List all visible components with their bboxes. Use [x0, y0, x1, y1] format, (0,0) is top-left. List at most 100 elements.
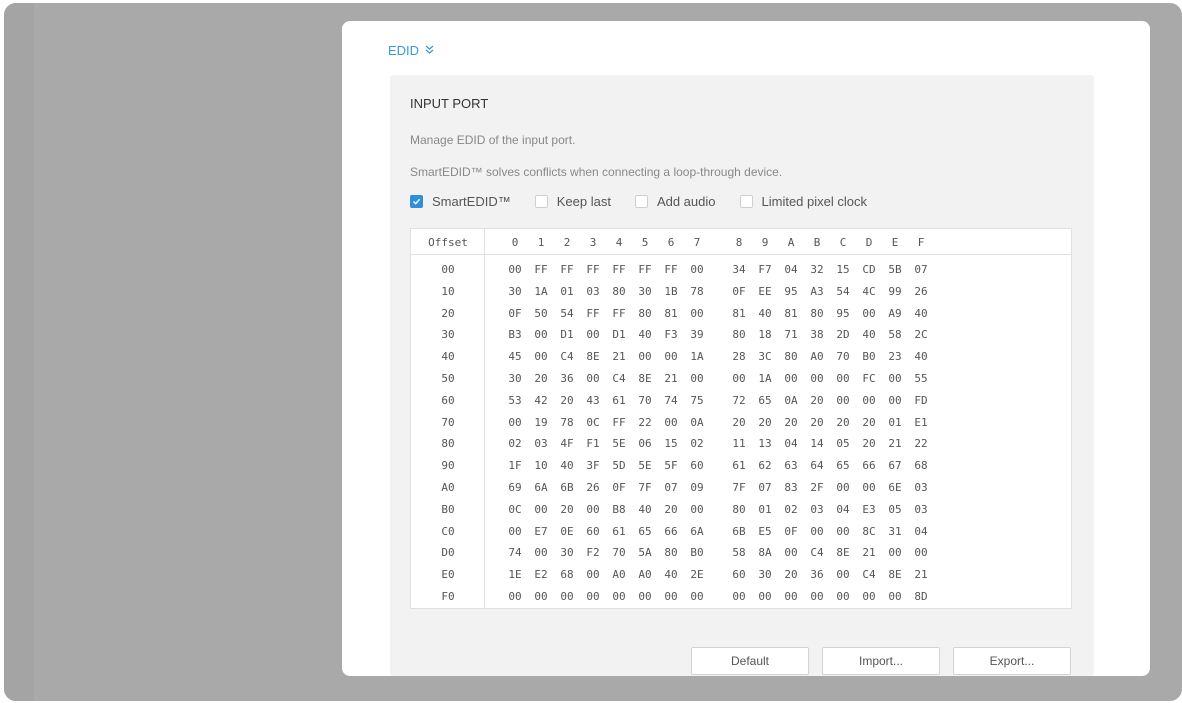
limited-pixel-clock-checkbox[interactable]: Limited pixel clock	[739, 194, 867, 209]
hex-byte-cell[interactable]: 07	[755, 481, 775, 494]
hex-byte-cell[interactable]: 40	[661, 568, 681, 581]
hex-byte-cell[interactable]: 00	[807, 590, 827, 603]
add-audio-checkbox[interactable]: Add audio	[634, 194, 716, 209]
hex-byte-cell[interactable]: 02	[687, 437, 707, 450]
hex-byte-cell[interactable]: 1E	[505, 568, 525, 581]
hex-byte-cell[interactable]: 06	[635, 437, 655, 450]
hex-byte-cell[interactable]: 02	[505, 437, 525, 450]
hex-byte-cell[interactable]: 00	[505, 263, 525, 276]
hex-byte-cell[interactable]: 61	[609, 525, 629, 538]
hex-byte-cell[interactable]: 00	[781, 546, 801, 559]
hex-byte-cell[interactable]: 00	[531, 503, 551, 516]
hex-byte-cell[interactable]: 03	[911, 481, 931, 494]
hex-byte-cell[interactable]: 00	[859, 481, 879, 494]
hex-byte-cell[interactable]: 05	[885, 503, 905, 516]
hex-byte-cell[interactable]: C4	[557, 350, 577, 363]
hex-byte-cell[interactable]: 68	[557, 568, 577, 581]
hex-byte-cell[interactable]: 28	[729, 350, 749, 363]
hex-byte-cell[interactable]: 80	[781, 350, 801, 363]
hex-byte-cell[interactable]: 31	[885, 525, 905, 538]
hex-byte-cell[interactable]: 00	[687, 307, 707, 320]
hex-byte-cell[interactable]: 78	[687, 285, 707, 298]
hex-byte-cell[interactable]: 6B	[557, 481, 577, 494]
hex-byte-cell[interactable]: 00	[859, 307, 879, 320]
hex-byte-cell[interactable]: 6A	[531, 481, 551, 494]
hex-byte-cell[interactable]: 00	[911, 546, 931, 559]
hex-byte-cell[interactable]: 40	[557, 459, 577, 472]
hex-byte-cell[interactable]: 80	[807, 307, 827, 320]
hex-byte-cell[interactable]: 07	[911, 263, 931, 276]
hex-byte-cell[interactable]: 60	[583, 525, 603, 538]
hex-byte-cell[interactable]: 00	[531, 546, 551, 559]
hex-byte-cell[interactable]: 69	[505, 481, 525, 494]
hex-byte-cell[interactable]: 60	[729, 568, 749, 581]
hex-byte-cell[interactable]: 54	[557, 307, 577, 320]
edid-section-toggle[interactable]: EDID	[388, 43, 434, 58]
hex-byte-cell[interactable]: 03	[807, 503, 827, 516]
hex-byte-cell[interactable]: 36	[807, 568, 827, 581]
hex-byte-cell[interactable]: 0C	[505, 503, 525, 516]
hex-byte-cell[interactable]: 62	[755, 459, 775, 472]
hex-byte-cell[interactable]: 40	[755, 307, 775, 320]
hex-byte-cell[interactable]: 54	[833, 285, 853, 298]
hex-byte-cell[interactable]: 20	[781, 416, 801, 429]
hex-byte-cell[interactable]: 95	[833, 307, 853, 320]
hex-byte-cell[interactable]: 0A	[687, 416, 707, 429]
hex-byte-cell[interactable]: 11	[729, 437, 749, 450]
hex-byte-cell[interactable]: 26	[911, 285, 931, 298]
hex-byte-cell[interactable]: 00	[859, 394, 879, 407]
hex-byte-cell[interactable]: 00	[531, 590, 551, 603]
hex-byte-cell[interactable]: 00	[833, 481, 853, 494]
hex-byte-cell[interactable]: E1	[911, 416, 931, 429]
hex-byte-cell[interactable]: F2	[583, 546, 603, 559]
hex-byte-cell[interactable]: FF	[661, 263, 681, 276]
hex-byte-cell[interactable]: 04	[781, 437, 801, 450]
hex-byte-cell[interactable]: 0F	[609, 481, 629, 494]
hex-byte-cell[interactable]: 38	[807, 328, 827, 341]
hex-byte-cell[interactable]: 04	[781, 263, 801, 276]
hex-byte-cell[interactable]: A9	[885, 307, 905, 320]
hex-byte-cell[interactable]: 21	[609, 350, 629, 363]
hex-byte-cell[interactable]: A0	[807, 350, 827, 363]
hex-byte-cell[interactable]: 00	[661, 416, 681, 429]
hex-byte-cell[interactable]: FC	[859, 372, 879, 385]
hex-byte-cell[interactable]: 00	[505, 590, 525, 603]
default-button[interactable]: Default	[691, 647, 809, 675]
hex-byte-cell[interactable]: 05	[833, 437, 853, 450]
hex-byte-cell[interactable]: 68	[911, 459, 931, 472]
keep-last-checkbox[interactable]: Keep last	[534, 194, 611, 209]
hex-byte-cell[interactable]: 70	[635, 394, 655, 407]
hex-byte-cell[interactable]: 36	[557, 372, 577, 385]
hex-byte-cell[interactable]: FF	[557, 263, 577, 276]
hex-byte-cell[interactable]: C4	[609, 372, 629, 385]
hex-byte-cell[interactable]: 21	[661, 372, 681, 385]
hex-byte-cell[interactable]: 00	[635, 350, 655, 363]
hex-byte-cell[interactable]: 5B	[885, 263, 905, 276]
hex-byte-cell[interactable]: 6B	[729, 525, 749, 538]
hex-byte-cell[interactable]: 00	[859, 590, 879, 603]
hex-byte-cell[interactable]: 30	[557, 546, 577, 559]
hex-byte-cell[interactable]: FF	[583, 263, 603, 276]
hex-byte-cell[interactable]: 43	[583, 394, 603, 407]
hex-byte-cell[interactable]: A3	[807, 285, 827, 298]
hex-byte-cell[interactable]: 65	[833, 459, 853, 472]
hex-byte-cell[interactable]: 0C	[583, 416, 603, 429]
hex-byte-cell[interactable]: 03	[583, 285, 603, 298]
hex-byte-cell[interactable]: 80	[609, 285, 629, 298]
hex-byte-cell[interactable]: 00	[885, 372, 905, 385]
hex-byte-cell[interactable]: 21	[885, 437, 905, 450]
hex-byte-cell[interactable]: 2C	[911, 328, 931, 341]
hex-byte-cell[interactable]: 00	[609, 590, 629, 603]
hex-byte-cell[interactable]: 8A	[755, 546, 775, 559]
hex-byte-cell[interactable]: 3C	[755, 350, 775, 363]
hex-byte-cell[interactable]: 00	[687, 372, 707, 385]
hex-byte-cell[interactable]: 6E	[885, 481, 905, 494]
hex-byte-cell[interactable]: B8	[609, 503, 629, 516]
hex-byte-cell[interactable]: FF	[609, 416, 629, 429]
hex-byte-cell[interactable]: 66	[661, 525, 681, 538]
hex-byte-cell[interactable]: 01	[755, 503, 775, 516]
hex-byte-cell[interactable]: 00	[781, 372, 801, 385]
hex-byte-cell[interactable]: 00	[583, 328, 603, 341]
hex-byte-cell[interactable]: 61	[609, 394, 629, 407]
hex-byte-cell[interactable]: 8E	[583, 350, 603, 363]
